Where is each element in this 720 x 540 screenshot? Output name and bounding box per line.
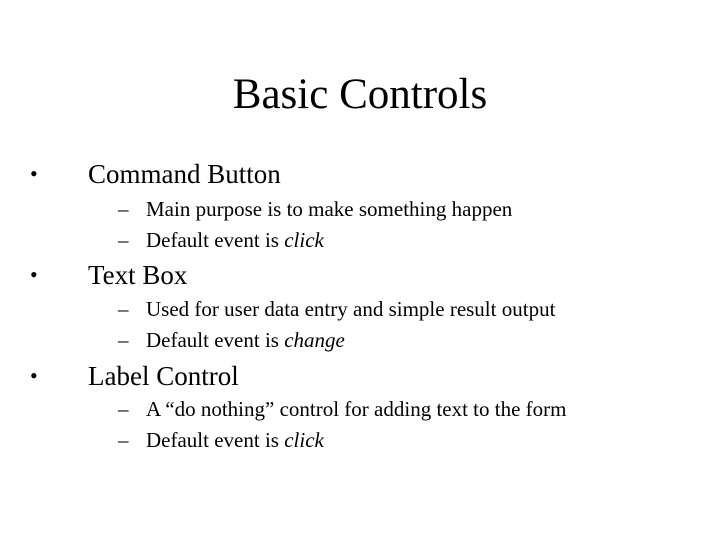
sub-item: – Main purpose is to make something happe… [118, 197, 513, 221]
sub-item: – Default event is click [118, 428, 324, 452]
sub-item: – Default event is click [118, 228, 324, 252]
dash-icon: – [118, 228, 129, 252]
bullet-command-button: • Command Button [30, 158, 281, 190]
slide-title: Basic Controls [232, 71, 488, 118]
bullet-label-control: • Label Control [30, 360, 239, 392]
dash-icon: – [118, 297, 129, 321]
dash-icon: – [118, 197, 129, 221]
bullet-heading: Label Control [88, 361, 239, 391]
bullet-text-box: • Text Box [30, 259, 187, 291]
bullet-heading: Command Button [88, 159, 281, 189]
sub-item: – Used for user data entry and simple res… [118, 297, 556, 321]
bullet-icon: • [30, 161, 38, 186]
bullet-icon: • [30, 262, 38, 287]
sub-item: – Default event is change [118, 328, 345, 352]
dash-icon: – [118, 397, 129, 421]
bullet-heading: Text Box [88, 260, 188, 290]
sub-item: – A “do nothing” control for adding text … [118, 397, 567, 421]
dash-icon: – [118, 428, 129, 452]
dash-icon: – [118, 328, 129, 352]
bullet-icon: • [30, 363, 38, 388]
